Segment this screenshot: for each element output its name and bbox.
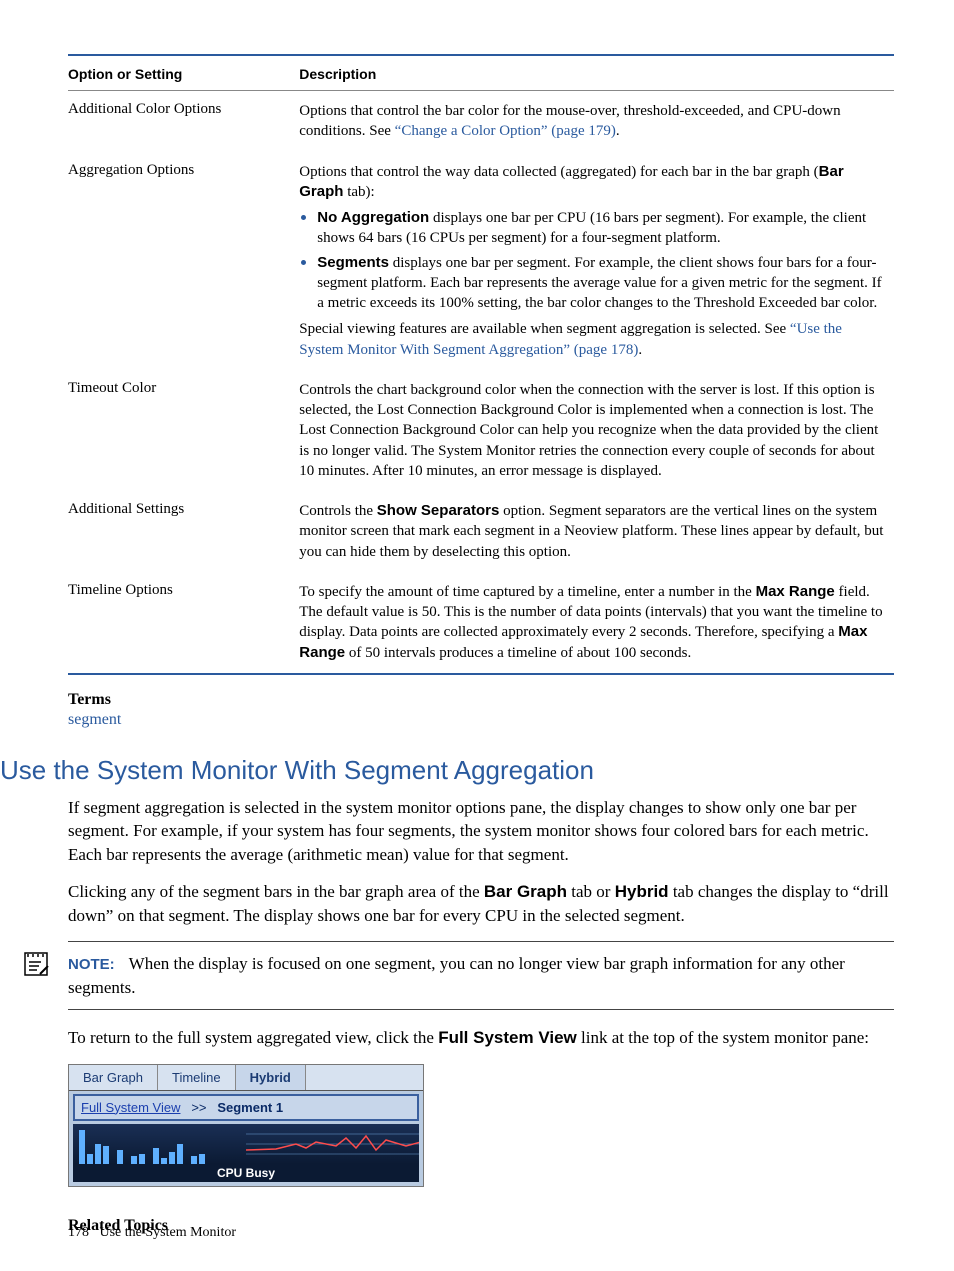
option-description: Options that control the way data collec… <box>299 162 888 360</box>
link-full-system-view[interactable]: Full System View <box>81 1100 180 1115</box>
col-header-option: Option or Setting <box>68 55 299 91</box>
section-heading: Use the System Monitor With Segment Aggr… <box>0 755 894 786</box>
breadcrumb-current: Segment 1 <box>217 1100 283 1115</box>
terms-link-segment[interactable]: segment <box>68 711 894 729</box>
list-item: Segments displays one bar per segment. F… <box>299 253 888 314</box>
list-item: No Aggregation displays one bar per CPU … <box>299 208 888 249</box>
table-row: Timeline Options To specify the amount o… <box>68 572 894 674</box>
chart-bars-left <box>73 1124 246 1164</box>
note-text: When the display is focused on one segme… <box>68 954 845 997</box>
breadcrumb-separator: >> <box>191 1100 206 1115</box>
body-paragraph: If segment aggregation is selected in th… <box>68 796 894 866</box>
note-icon <box>22 950 50 983</box>
body-paragraph: Clicking any of the segment bars in the … <box>68 880 894 927</box>
tab-timeline[interactable]: Timeline <box>158 1065 236 1090</box>
terms-heading: Terms <box>68 691 894 709</box>
tab-spacer <box>306 1065 423 1090</box>
tab-bar-graph[interactable]: Bar Graph <box>69 1065 158 1090</box>
screenshot-system-monitor: Bar Graph Timeline Hybrid Full System Vi… <box>68 1064 424 1187</box>
option-description: Controls the Show Separators option. Seg… <box>299 501 888 562</box>
chart-timeline-right <box>246 1124 419 1164</box>
table-row: Additional Settings Controls the Show Se… <box>68 491 894 572</box>
option-name: Timeline Options <box>68 572 299 674</box>
page-number: 178 <box>68 1225 89 1240</box>
col-header-description: Description <box>299 55 894 91</box>
option-description: Controls the chart background color when… <box>299 380 888 481</box>
option-name: Timeout Color <box>68 370 299 491</box>
option-name: Aggregation Options <box>68 152 299 370</box>
table-row: Aggregation Options Options that control… <box>68 152 894 370</box>
option-name: Additional Settings <box>68 491 299 572</box>
options-table: Option or Setting Description Additional… <box>68 54 894 675</box>
screenshot-chart <box>73 1124 419 1164</box>
page: Option or Setting Description Additional… <box>0 0 954 1271</box>
table-row: Timeout Color Controls the chart backgro… <box>68 370 894 491</box>
link-change-color-option[interactable]: “Change a Color Option” (page 179) <box>395 123 616 139</box>
note-label: NOTE: <box>68 956 115 973</box>
tab-hybrid[interactable]: Hybrid <box>236 1065 306 1090</box>
option-description: Options that control the bar color for t… <box>299 101 888 142</box>
page-footer: 178 Use the System Monitor <box>68 1225 236 1241</box>
screenshot-caption: CPU Busy <box>73 1164 419 1182</box>
option-name: Additional Color Options <box>68 91 299 152</box>
body-paragraph: To return to the full system aggregated … <box>68 1026 894 1049</box>
note-block: NOTE:When the display is focused on one … <box>68 941 894 1010</box>
option-description: To specify the amount of time captured b… <box>299 582 888 663</box>
breadcrumb: Full System View >> Segment 1 <box>73 1094 419 1121</box>
screenshot-tabs: Bar Graph Timeline Hybrid <box>69 1065 423 1091</box>
footer-title: Use the System Monitor <box>100 1225 237 1240</box>
table-row: Additional Color Options Options that co… <box>68 91 894 152</box>
